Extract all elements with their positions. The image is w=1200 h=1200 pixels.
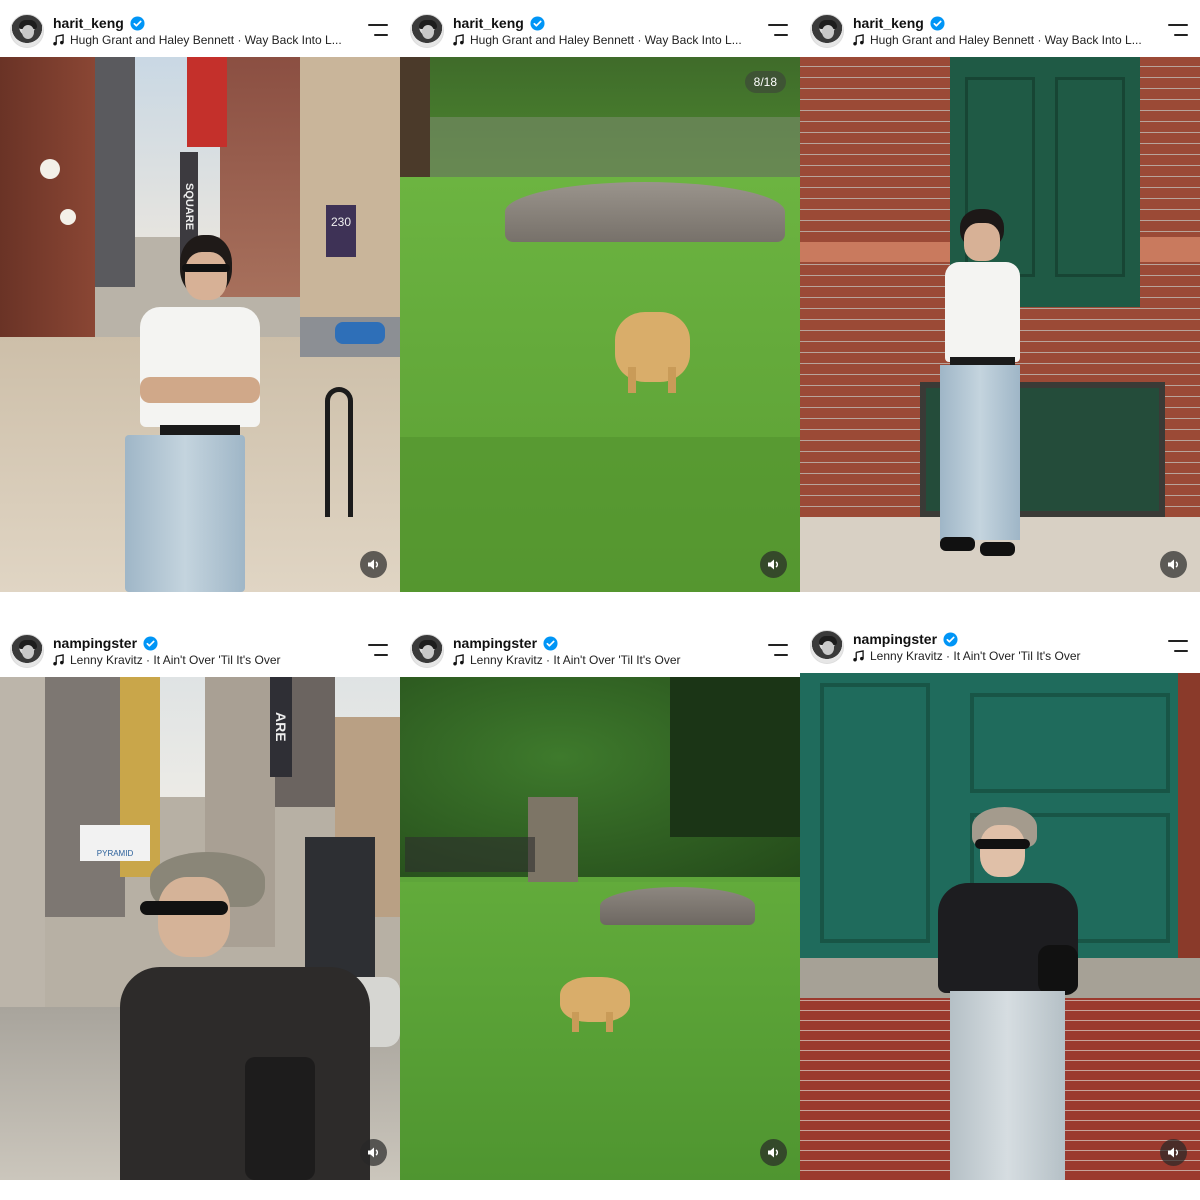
verified-icon	[143, 635, 158, 651]
verified-icon	[930, 15, 945, 31]
dog	[560, 977, 630, 1022]
username[interactable]: harit_keng	[853, 15, 924, 31]
verified-icon	[130, 15, 145, 31]
post-header: harit_keng Hugh Grant and Haley Bennett …	[800, 0, 1200, 57]
post-panel-3: harit_keng Hugh Grant and Haley Bennett …	[800, 0, 1200, 592]
post-photo[interactable]	[800, 673, 1200, 1180]
post-header: nampingster Lenny Kravitz · It Ain't Ove…	[0, 620, 400, 677]
menu-icon[interactable]	[1166, 640, 1188, 654]
avatar[interactable]	[10, 634, 44, 668]
avatar[interactable]	[410, 14, 444, 48]
post-photo[interactable]: SQUARE 230	[0, 57, 400, 592]
menu-icon[interactable]	[1166, 24, 1188, 38]
pyramid-sign: PYRAMID	[80, 825, 150, 861]
music-note-icon	[53, 34, 64, 46]
post-panel-5: nampingster Lenny Kravitz · It Ain't Ove…	[400, 620, 800, 1180]
avatar[interactable]	[810, 630, 844, 664]
verified-icon	[530, 15, 545, 31]
track-name[interactable]: Hugh Grant and Haley Bennett · Way Back …	[870, 33, 1142, 47]
slide-counter: 8/18	[744, 71, 786, 93]
post-photo[interactable]: ARE PYRAMID	[0, 677, 400, 1180]
music-note-icon	[853, 34, 864, 46]
speaker-icon[interactable]	[360, 1139, 387, 1166]
track-name[interactable]: Hugh Grant and Haley Bennett · Way Back …	[470, 33, 742, 47]
building-number-banner: 230	[326, 205, 356, 257]
avatar[interactable]	[810, 14, 844, 48]
post-header: nampingster Lenny Kravitz · It Ain't Ove…	[400, 620, 800, 677]
username[interactable]: nampingster	[453, 635, 537, 651]
avatar[interactable]	[10, 14, 44, 48]
post-panel-2: harit_keng Hugh Grant and Haley Bennett …	[400, 0, 800, 592]
music-note-icon	[453, 34, 464, 46]
username[interactable]: harit_keng	[453, 15, 524, 31]
post-photo[interactable]: 8/18	[400, 57, 800, 592]
username[interactable]: harit_keng	[53, 15, 124, 31]
post-header: harit_keng Hugh Grant and Haley Bennett …	[400, 0, 800, 57]
post-photo[interactable]	[400, 677, 800, 1180]
dog	[615, 312, 690, 382]
speaker-icon[interactable]	[360, 551, 387, 578]
menu-icon[interactable]	[366, 24, 388, 38]
speaker-icon[interactable]	[1160, 1139, 1187, 1166]
are-sign: ARE	[270, 677, 292, 777]
post-header: harit_keng Hugh Grant and Haley Bennett …	[0, 0, 400, 57]
post-panel-1: harit_keng Hugh Grant and Haley Bennett …	[0, 0, 400, 592]
menu-icon[interactable]	[766, 24, 788, 38]
music-note-icon	[53, 654, 64, 666]
speaker-icon[interactable]	[760, 551, 787, 578]
verified-icon	[543, 635, 558, 651]
avatar[interactable]	[410, 634, 444, 668]
track-name[interactable]: Lenny Kravitz · It Ain't Over 'Til It's …	[70, 653, 281, 667]
post-panel-6: nampingster Lenny Kravitz · It Ain't Ove…	[800, 616, 1200, 1180]
menu-icon[interactable]	[766, 644, 788, 658]
username[interactable]: nampingster	[853, 631, 937, 647]
track-name[interactable]: Lenny Kravitz · It Ain't Over 'Til It's …	[470, 653, 681, 667]
menu-icon[interactable]	[366, 644, 388, 658]
music-note-icon	[853, 650, 864, 662]
post-photo[interactable]	[800, 57, 1200, 592]
post-panel-4: nampingster Lenny Kravitz · It Ain't Ove…	[0, 620, 400, 1180]
speaker-icon[interactable]	[1160, 551, 1187, 578]
verified-icon	[943, 631, 958, 647]
post-header: nampingster Lenny Kravitz · It Ain't Ove…	[800, 616, 1200, 673]
speaker-icon[interactable]	[760, 1139, 787, 1166]
username[interactable]: nampingster	[53, 635, 137, 651]
music-note-icon	[453, 654, 464, 666]
track-name[interactable]: Hugh Grant and Haley Bennett · Way Back …	[70, 33, 342, 47]
track-name[interactable]: Lenny Kravitz · It Ain't Over 'Til It's …	[870, 649, 1081, 663]
